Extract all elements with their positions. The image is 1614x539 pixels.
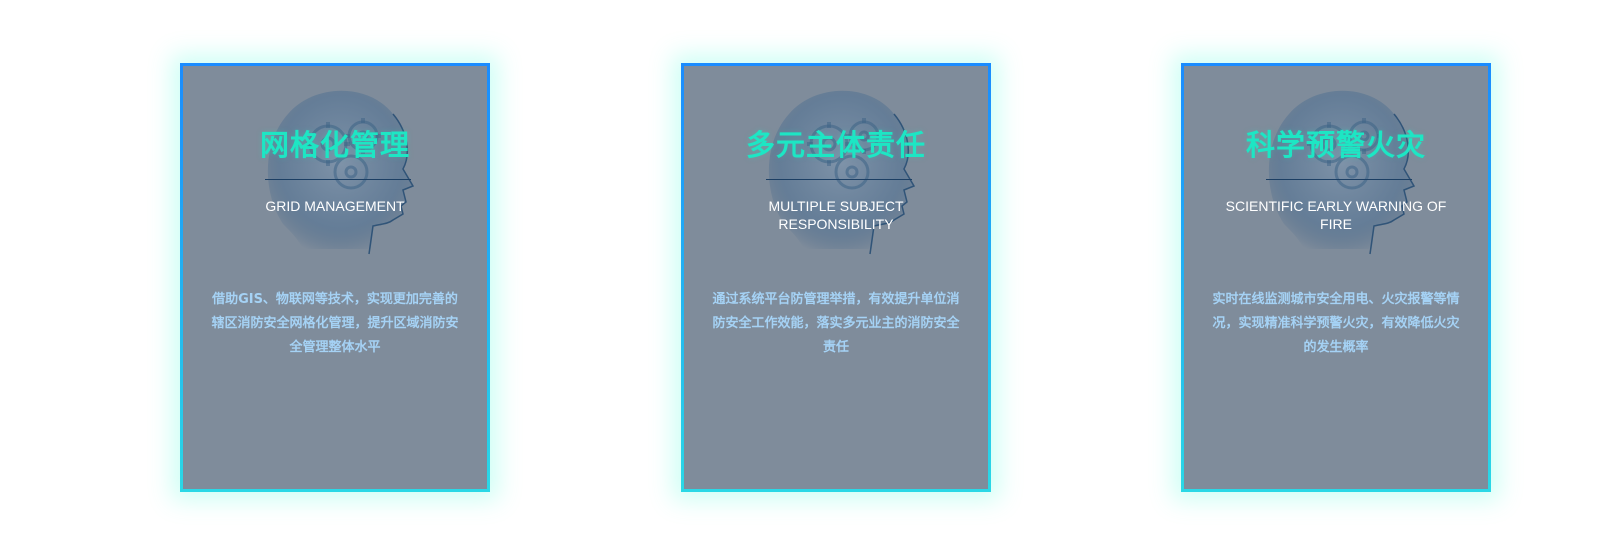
card-description: 借助GIS、物联网等技术，实现更加完善的辖区消防安全网格化管理，提升区域消防安全… [211, 292, 459, 355]
feature-cards-stage: 网格化管理 GRID MANAGEMENT 借助GIS、物联网等技术，实现更加完… [0, 0, 1614, 539]
head-gears-icon [265, 88, 415, 256]
card-title: 科学预警火灾 [1245, 128, 1426, 162]
divider [265, 179, 411, 180]
card-title: 多元主体责任 [745, 128, 926, 162]
card-subtitle: GRID MANAGEMENT [265, 198, 405, 214]
feature-card-multiple-subject: 多元主体责任 MULTIPLE SUBJECT RESPONSIBILITY 通… [681, 63, 991, 492]
card-description: 通过系统平台防管理举措，有效提升单位消防安全工作效能，落实多元业主的消防安全责任 [712, 292, 960, 355]
card-subtitle: MULTIPLE SUBJECT RESPONSIBILITY [768, 198, 904, 232]
card-subtitle: SCIENTIFIC EARLY WARNING OF FIRE [1225, 198, 1447, 232]
feature-card-early-warning: 科学预警火灾 SCIENTIFIC EARLY WARNING OF FIRE … [1181, 63, 1491, 492]
feature-card-grid-management: 网格化管理 GRID MANAGEMENT 借助GIS、物联网等技术，实现更加完… [180, 63, 490, 492]
card-title: 网格化管理 [259, 128, 410, 162]
divider [1266, 179, 1412, 180]
card-description: 实时在线监测城市安全用电、火灾报警等情况，实现精准科学预警火灾，有效降低火灾的发… [1212, 292, 1460, 355]
divider [766, 179, 912, 180]
